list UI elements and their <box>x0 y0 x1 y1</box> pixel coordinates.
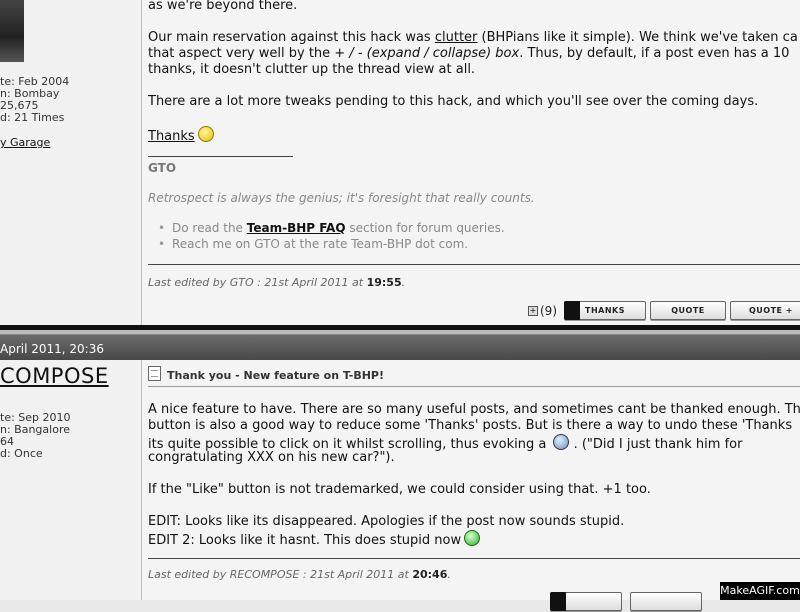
post-toolbar: + (9) THANKS QUOTE QUOTE + <box>528 301 800 321</box>
post-text-line: as we're beyond there. <box>148 0 298 13</box>
post2-content: Thank you - New feature on T-BHP! A nice… <box>142 360 800 611</box>
signature-name: GTO <box>148 161 177 175</box>
quote-button[interactable] <box>630 592 702 611</box>
signature-divider <box>148 156 293 157</box>
avatar[interactable] <box>0 0 24 62</box>
team-bhp-faq-link[interactable]: Team-BHP FAQ <box>247 221 346 235</box>
thumbs-up-icon <box>564 301 580 320</box>
title-divider <box>148 386 800 387</box>
post-text-line: congratulating XXX on his new car?"). <box>148 450 395 465</box>
post-text-line: EDIT: Looks like its disappeared. Apolog… <box>148 514 625 529</box>
signature-bullet: Do read the Team-BHP FAQ section for for… <box>158 221 505 235</box>
shocked-smiley-icon <box>553 434 570 450</box>
grin-smiley-icon <box>464 530 481 546</box>
post-text-line: button is also a good way to reduce some… <box>148 418 793 433</box>
post-text-line: Thanks <box>148 126 214 145</box>
makeagif-watermark: MakeAGIF.com <box>720 582 800 600</box>
clutter-link[interactable]: clutter <box>435 30 478 45</box>
user-thanked: d: 21 Times <box>0 111 65 124</box>
thanks-button[interactable] <box>550 592 622 611</box>
expand-collapse-icon[interactable]: + <box>528 306 538 316</box>
quote-button[interactable]: QUOTE <box>650 301 726 320</box>
post-header-bar: April 2011, 20:36 <box>0 334 800 361</box>
post-text-line: that aspect very well by the + / - (expa… <box>148 46 790 61</box>
post2-user-sidebar: COMPOSE te: Sep 2010 n: Bangalore 64 d: … <box>0 360 142 600</box>
post-footer-divider <box>148 264 800 265</box>
garage-link[interactable]: y Garage <box>0 136 50 149</box>
user-thanked: d: Once <box>0 447 43 460</box>
post-text-line: If the "Like" button is not trademarked,… <box>148 482 651 497</box>
post-text-line: EDIT 2: Looks like it hasnt. This does s… <box>148 530 481 549</box>
post-footer-divider <box>148 558 800 559</box>
post-text-line: A nice feature to have. There are so man… <box>148 402 800 417</box>
post-date: April 2011, 20:36 <box>0 342 104 356</box>
thanks-button[interactable]: THANKS <box>564 301 646 320</box>
thanks-count[interactable]: (9) <box>540 304 557 318</box>
post-text-line: There are a lot more tweaks pending to t… <box>148 94 759 109</box>
post1-user-sidebar: te: Feb 2004 n: Bombay 25,675 d: 21 Time… <box>0 0 142 325</box>
thanks-text: Thanks <box>148 129 195 144</box>
signature-quote: Retrospect is always the genius; it's fo… <box>148 191 535 205</box>
post-text-line: thanks, it doesn't clutter up the thread… <box>148 62 476 77</box>
multi-quote-button[interactable]: QUOTE + <box>730 301 800 320</box>
smile-icon <box>197 126 214 142</box>
post1-content: as we're beyond there. Our main reservat… <box>142 0 800 325</box>
post-title: Thank you - New feature on T-BHP! <box>148 366 384 382</box>
last-edited-note: Last edited by GTO : 21st April 2011 at … <box>148 276 406 289</box>
last-edited-note: Last edited by RECOMPOSE : 21st April 20… <box>148 568 451 581</box>
thumbs-up-icon <box>550 592 566 611</box>
document-icon <box>148 366 161 381</box>
post-text-line: Our main reservation against this hack w… <box>148 30 798 45</box>
username-link[interactable]: COMPOSE <box>0 364 109 388</box>
signature-bullet: Reach me on GTO at the rate Team-BHP dot… <box>158 237 468 251</box>
